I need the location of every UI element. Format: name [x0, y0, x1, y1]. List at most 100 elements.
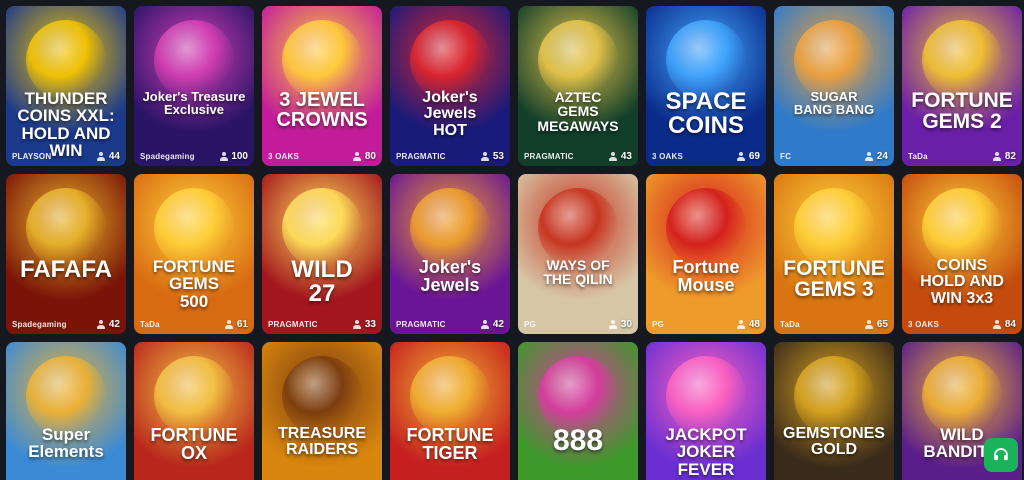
user-icon [481, 152, 490, 161]
game-tile[interactable]: Joker's Jewels HOT PRAGMATIC 53 [390, 6, 510, 166]
player-count-value: 42 [492, 319, 504, 330]
game-title: FAFAFA [19, 256, 112, 283]
game-tile[interactable]: SPACE COINS 3 OAKS 69 [646, 6, 766, 166]
player-count: 33 [353, 319, 376, 330]
player-count: 42 [481, 319, 504, 330]
game-title: Fortune Mouse [672, 257, 740, 296]
game-artwork [538, 20, 618, 100]
game-title: JACKPOT JOKER FEVER [665, 425, 747, 479]
game-title: WILD 27 [291, 256, 353, 308]
game-tile[interactable]: Super Elements [6, 342, 126, 480]
player-count-value: 24 [876, 151, 888, 162]
game-artwork [794, 356, 874, 436]
user-icon [865, 320, 874, 329]
game-tile[interactable]: 3 JEWEL CROWNS 3 OAKS 80 [262, 6, 382, 166]
game-tile[interactable]: WILD 27 PRAGMATIC 33 [262, 174, 382, 334]
game-title: FORTUNE TIGER [406, 425, 494, 464]
player-count: 100 [219, 151, 248, 162]
provider-logo: PG [524, 320, 536, 329]
player-count-value: 100 [231, 151, 248, 162]
game-title: FORTUNE OX [150, 425, 238, 464]
game-tile[interactable]: Joker's Jewels PRAGMATIC 42 [390, 174, 510, 334]
player-count: 84 [993, 319, 1016, 330]
player-count: 65 [865, 319, 888, 330]
game-artwork [794, 188, 874, 268]
player-count-value: 80 [364, 151, 376, 162]
game-artwork [26, 356, 106, 436]
provider-logo: TaDa [140, 320, 160, 329]
game-artwork [410, 188, 490, 268]
game-tile[interactable]: Joker's Treasure Exclusive Spadegaming 100 [134, 6, 254, 166]
user-icon [353, 152, 362, 161]
provider-logo: 3 OAKS [268, 152, 299, 161]
player-count-value: 43 [620, 151, 632, 162]
game-title: FORTUNE GEMS 2 [911, 89, 1013, 134]
game-tile[interactable]: SUGAR BANG BANG FC 24 [774, 6, 894, 166]
user-icon [353, 320, 362, 329]
game-tile[interactable]: WAYS OF THE QILIN PG 30 [518, 174, 638, 334]
game-artwork [922, 188, 1002, 268]
player-count: 42 [97, 319, 120, 330]
game-tile[interactable]: JACKPOT JOKER FEVER [646, 342, 766, 480]
user-icon [993, 320, 1002, 329]
game-title: AZTEC GEMS MEGAWAYS [537, 89, 619, 134]
game-tile[interactable]: FORTUNE GEMS 500 TaDa 61 [134, 174, 254, 334]
game-tile[interactable]: GEMSTONES GOLD [774, 342, 894, 480]
game-tile[interactable]: THUNDER COINS XXL: HOLD AND WIN PLAYSON 44 [6, 6, 126, 166]
player-count-value: 82 [1004, 151, 1016, 162]
game-title: SUGAR BANG BANG [793, 89, 875, 118]
user-icon [993, 152, 1002, 161]
player-count: 82 [993, 151, 1016, 162]
player-count-value: 53 [492, 151, 504, 162]
provider-logo: PG [652, 320, 664, 329]
game-title: Joker's Jewels [418, 257, 482, 296]
provider-logo: 3 OAKS [652, 152, 683, 161]
user-icon [219, 152, 228, 161]
game-artwork [154, 356, 234, 436]
provider-logo: PRAGMATIC [396, 320, 446, 329]
game-tile[interactable]: 888 [518, 342, 638, 480]
provider-logo: Spadegaming [12, 320, 67, 329]
player-count-value: 61 [236, 319, 248, 330]
game-title: 3 JEWEL CROWNS [276, 89, 368, 132]
player-count: 43 [609, 151, 632, 162]
game-tile[interactable]: TREASURE RAIDERS [262, 342, 382, 480]
player-count: 69 [737, 151, 760, 162]
game-tile[interactable]: FORTUNE GEMS 3 TaDa 65 [774, 174, 894, 334]
game-title: WAYS OF THE QILIN [543, 257, 613, 288]
user-icon [609, 152, 618, 161]
game-tile[interactable]: Fortune Mouse PG 48 [646, 174, 766, 334]
user-icon [737, 320, 746, 329]
game-title: TREASURE RAIDERS [277, 425, 366, 459]
player-count-value: 42 [108, 319, 120, 330]
player-count: 80 [353, 151, 376, 162]
player-count-value: 65 [876, 319, 888, 330]
player-count: 30 [609, 319, 632, 330]
support-button[interactable] [984, 438, 1018, 472]
provider-logo: PRAGMATIC [396, 152, 446, 161]
player-count: 44 [97, 151, 120, 162]
player-count-value: 33 [364, 319, 376, 330]
game-title: Joker's Treasure Exclusive [142, 89, 246, 118]
game-tile[interactable]: FORTUNE TIGER [390, 342, 510, 480]
provider-logo: PRAGMATIC [268, 320, 318, 329]
player-count: 48 [737, 319, 760, 330]
game-artwork [410, 20, 490, 100]
user-icon [737, 152, 746, 161]
game-tile[interactable]: FORTUNE OX [134, 342, 254, 480]
player-count: 24 [865, 151, 888, 162]
game-title: Super Elements [28, 425, 104, 462]
game-tile[interactable]: FORTUNE GEMS 2 TaDa 82 [902, 6, 1022, 166]
game-artwork [666, 356, 746, 436]
provider-logo: TaDa [780, 320, 800, 329]
game-title: THUNDER COINS XXL: HOLD AND WIN [17, 89, 115, 160]
game-tile[interactable]: AZTEC GEMS MEGAWAYS PRAGMATIC 43 [518, 6, 638, 166]
game-artwork [922, 20, 1002, 100]
game-tile[interactable]: FAFAFA Spadegaming 42 [6, 174, 126, 334]
player-count: 61 [225, 319, 248, 330]
user-icon [97, 320, 106, 329]
game-tile[interactable]: COINS HOLD AND WIN 3x3 3 OAKS 84 [902, 174, 1022, 334]
player-count-value: 84 [1004, 319, 1016, 330]
user-icon [865, 152, 874, 161]
provider-logo: 3 OAKS [908, 320, 939, 329]
